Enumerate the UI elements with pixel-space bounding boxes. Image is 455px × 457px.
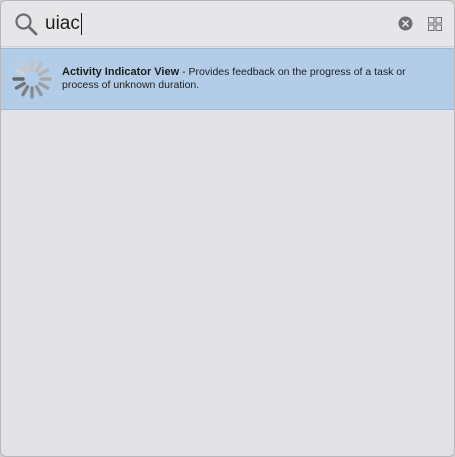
search-input[interactable]: uiac: [45, 9, 375, 39]
search-icon: [15, 13, 38, 36]
text-caret: [80, 13, 82, 35]
activity-spinner-icon: [12, 59, 52, 99]
grid-view-icon[interactable]: [428, 17, 442, 31]
results-list: Activity Indicator View - Provides feedb…: [1, 47, 454, 456]
result-separator: -: [179, 66, 189, 78]
library-panel: uiac Activity Indicator View - Provides …: [0, 0, 455, 457]
search-bar: uiac: [1, 1, 454, 47]
result-text: Activity Indicator View - Provides feedb…: [62, 66, 442, 92]
list-item[interactable]: Activity Indicator View - Provides feedb…: [1, 48, 454, 110]
result-title: Activity Indicator View: [62, 66, 180, 78]
clear-search-button[interactable]: [398, 16, 413, 31]
search-query-text: uiac: [45, 13, 80, 34]
